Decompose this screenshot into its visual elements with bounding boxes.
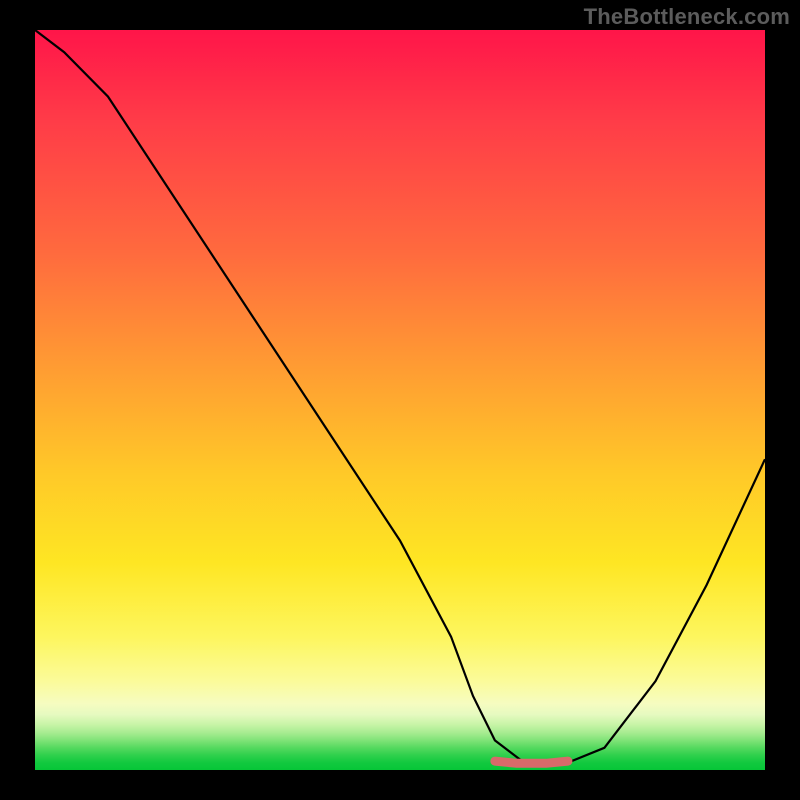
curve-layer (35, 30, 765, 770)
optimal-zone-highlight (495, 761, 568, 763)
bottleneck-curve (35, 30, 765, 763)
chart-frame: TheBottleneck.com (0, 0, 800, 800)
plot-area (35, 30, 765, 770)
watermark-text: TheBottleneck.com (584, 4, 790, 30)
